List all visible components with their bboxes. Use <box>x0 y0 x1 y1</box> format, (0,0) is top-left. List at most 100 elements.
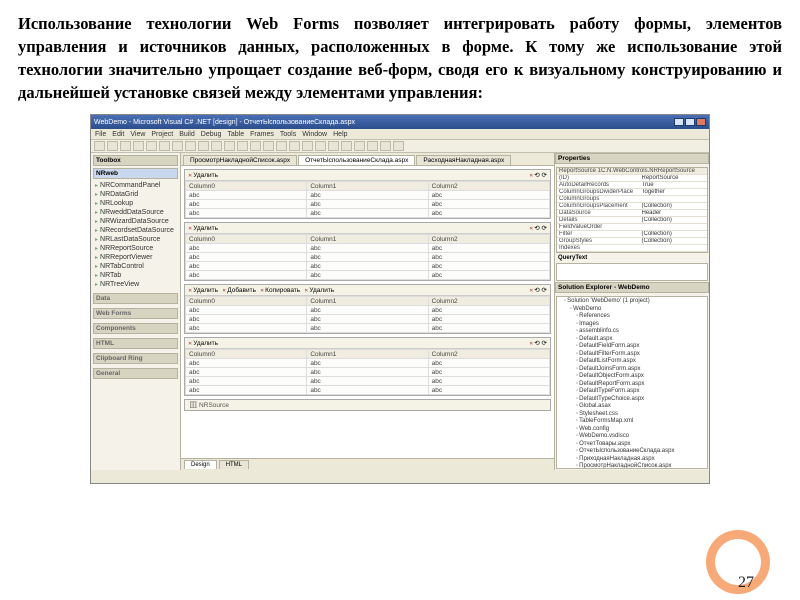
toolbox-group[interactable]: HTML <box>93 338 178 349</box>
grid-delete-button[interactable]: Удалить <box>304 287 334 294</box>
grid-cell[interactable]: abc <box>186 315 307 324</box>
toolbar-button[interactable] <box>263 141 274 151</box>
property-row[interactable]: FieldValueOrder <box>557 224 707 231</box>
tree-item[interactable]: Web.config <box>558 426 706 434</box>
datasource-tag[interactable]: 🗄 NRSource <box>184 399 551 411</box>
grid-cell[interactable]: abc <box>307 377 428 386</box>
grid-cell[interactable]: abc <box>428 244 549 253</box>
menu-edit[interactable]: Edit <box>112 131 124 138</box>
toolbar-button[interactable] <box>198 141 209 151</box>
tree-item[interactable]: ОтчетТовары.aspx <box>558 441 706 449</box>
tree-item[interactable]: DefaultFieldForm.aspx <box>558 343 706 351</box>
property-row[interactable]: GroupStyles(Collection) <box>557 238 707 245</box>
grid-cell[interactable]: abc <box>186 244 307 253</box>
document-tab[interactable]: ОтчетЫспользованиеСклада.aspx <box>298 155 415 165</box>
toolbar-button[interactable] <box>237 141 248 151</box>
toolbox-group[interactable]: General <box>93 368 178 379</box>
close-icon[interactable] <box>696 118 706 126</box>
grid-copy-button[interactable]: Копировать <box>260 287 300 294</box>
grid-cell[interactable]: abc <box>307 244 428 253</box>
grid-cell[interactable]: abc <box>186 191 307 200</box>
menu-help[interactable]: Help <box>333 131 347 138</box>
toolbox-item[interactable]: NRCommandPanel <box>93 181 178 190</box>
toolbar-button[interactable] <box>354 141 365 151</box>
tree-item[interactable]: DefaultTypeForm.aspx <box>558 388 706 396</box>
tree-item[interactable]: DefaultReportForm.aspx <box>558 381 706 389</box>
property-row[interactable]: (ID)ReportSource <box>557 175 707 182</box>
menu-view[interactable]: View <box>130 131 145 138</box>
toolbar-button[interactable] <box>107 141 118 151</box>
toolbox-group[interactable]: Clipboard Ring <box>93 353 178 364</box>
toolbox-item[interactable]: NRLastDataSource <box>93 235 178 244</box>
tree-item[interactable]: Images <box>558 321 706 329</box>
grid-add-button[interactable]: Добавить <box>222 287 256 294</box>
tree-item[interactable]: DefaultJoinsForm.aspx <box>558 366 706 374</box>
tree-item[interactable]: DefaultFilterForm.aspx <box>558 351 706 359</box>
properties-selector[interactable]: ReportSource 1C.N.WebControls.NRReportSo… <box>557 168 707 174</box>
toolbox-group[interactable]: Web Forms <box>93 308 178 319</box>
property-row[interactable]: Filter(Collection) <box>557 231 707 238</box>
menu-file[interactable]: File <box>95 131 106 138</box>
tree-item[interactable]: Stylesheet.css <box>558 411 706 419</box>
menu-project[interactable]: Project <box>151 131 173 138</box>
grid-delete-button[interactable]: Удалить <box>188 340 218 347</box>
grid-delete-button[interactable]: Удалить <box>188 172 218 179</box>
property-row[interactable]: DataSourceHeader <box>557 210 707 217</box>
grid-cell[interactable]: abc <box>307 368 428 377</box>
property-row[interactable]: Details(Collection) <box>557 217 707 224</box>
tree-item[interactable]: DefaultListForm.aspx <box>558 358 706 366</box>
toolbar-button[interactable] <box>380 141 391 151</box>
tree-item[interactable]: ОтчетЫспользованиеСклада.aspx <box>558 448 706 456</box>
view-tab-html[interactable]: HTML <box>219 460 249 469</box>
toolbar-button[interactable] <box>393 141 404 151</box>
grid-cell[interactable]: abc <box>186 253 307 262</box>
toolbar-button[interactable] <box>328 141 339 151</box>
toolbar-button[interactable] <box>250 141 261 151</box>
property-row[interactable]: ColumnGroups <box>557 196 707 203</box>
toolbar-button[interactable] <box>302 141 313 151</box>
toolbar-button[interactable] <box>224 141 235 151</box>
grid-cell[interactable]: abc <box>428 359 549 368</box>
menu-window[interactable]: Window <box>302 131 327 138</box>
grid-cell[interactable]: abc <box>428 191 549 200</box>
grid-cell[interactable]: abc <box>307 271 428 280</box>
grid-cell[interactable]: abc <box>307 200 428 209</box>
document-tab[interactable]: РасходнаяНакладная.aspx <box>416 155 511 165</box>
grid-cell[interactable]: abc <box>186 359 307 368</box>
grid-cell[interactable]: abc <box>428 306 549 315</box>
maximize-icon[interactable] <box>685 118 695 126</box>
tree-item[interactable]: DefaultTypeChoice.aspx <box>558 396 706 404</box>
grid-cell[interactable]: abc <box>428 262 549 271</box>
toolbar-button[interactable] <box>159 141 170 151</box>
grid-cell[interactable]: abc <box>186 377 307 386</box>
grid-cell[interactable]: abc <box>186 200 307 209</box>
minimize-icon[interactable] <box>674 118 684 126</box>
menu-debug[interactable]: Debug <box>201 131 222 138</box>
grid-cell[interactable]: abc <box>307 386 428 395</box>
toolbox-group[interactable]: Data <box>93 293 178 304</box>
grid-cell[interactable]: abc <box>307 253 428 262</box>
toolbar-button[interactable] <box>133 141 144 151</box>
property-row[interactable]: ColumnGroupsPlacement(Collection) <box>557 203 707 210</box>
toolbar-button[interactable] <box>185 141 196 151</box>
grid-cell[interactable]: abc <box>186 262 307 271</box>
toolbox-item[interactable]: NRDataGrid <box>93 190 178 199</box>
toolbar-button[interactable] <box>211 141 222 151</box>
grid-cell[interactable]: abc <box>428 253 549 262</box>
grid-cell[interactable]: abc <box>307 262 428 271</box>
grid-cell[interactable]: abc <box>428 271 549 280</box>
grid-cell[interactable]: abc <box>428 386 549 395</box>
toolbox-item[interactable]: NRLookup <box>93 199 178 208</box>
grid-delete-button[interactable]: Удалить <box>188 225 218 232</box>
grid-cell[interactable]: abc <box>186 306 307 315</box>
view-tab-design[interactable]: Design <box>184 460 217 469</box>
document-tab[interactable]: ПросмотрНакладнойСписок.aspx <box>183 155 297 165</box>
menu-tools[interactable]: Tools <box>280 131 296 138</box>
property-row[interactable]: Indexes <box>557 245 707 252</box>
grid-cell[interactable]: abc <box>186 324 307 333</box>
grid-cell[interactable]: abc <box>307 315 428 324</box>
grid-nav-icons[interactable]: ⟲ ⟳ <box>529 339 547 347</box>
toolbox-section[interactable]: NRweb <box>93 168 178 179</box>
property-row[interactable]: AutoDetailRecordsTrue <box>557 182 707 189</box>
toolbar-button[interactable] <box>172 141 183 151</box>
